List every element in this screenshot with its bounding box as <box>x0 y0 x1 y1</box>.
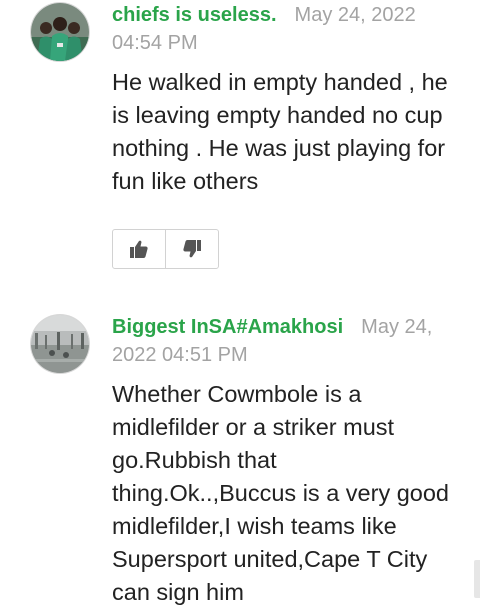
scrollbar-thumb[interactable] <box>474 560 480 598</box>
thumbs-up-icon <box>130 240 148 258</box>
user-avatar[interactable] <box>31 3 89 61</box>
dislike-button[interactable] <box>165 230 218 268</box>
comment-text: Whether Cowmbole is a midlefilder or a s… <box>112 381 449 605</box>
comment-author[interactable]: Biggest InSA#Amakhosi <box>112 316 343 338</box>
vote-buttons <box>112 229 219 269</box>
comment-author[interactable]: chiefs is useless. <box>112 4 277 26</box>
group-photo-avatar-icon <box>31 3 89 61</box>
user-avatar[interactable] <box>31 315 89 373</box>
like-button[interactable] <box>113 230 165 268</box>
comment-meta: Biggest InSA#Amakhosi May 24, 2022 04:51 … <box>112 313 452 369</box>
comment-text: He walked in empty handed , he is leavin… <box>112 69 448 194</box>
comment-meta: chiefs is useless. May 24, 2022 04:54 PM <box>112 1 452 57</box>
stadium-photo-avatar-icon <box>31 315 89 373</box>
thumbs-down-icon <box>183 240 201 258</box>
